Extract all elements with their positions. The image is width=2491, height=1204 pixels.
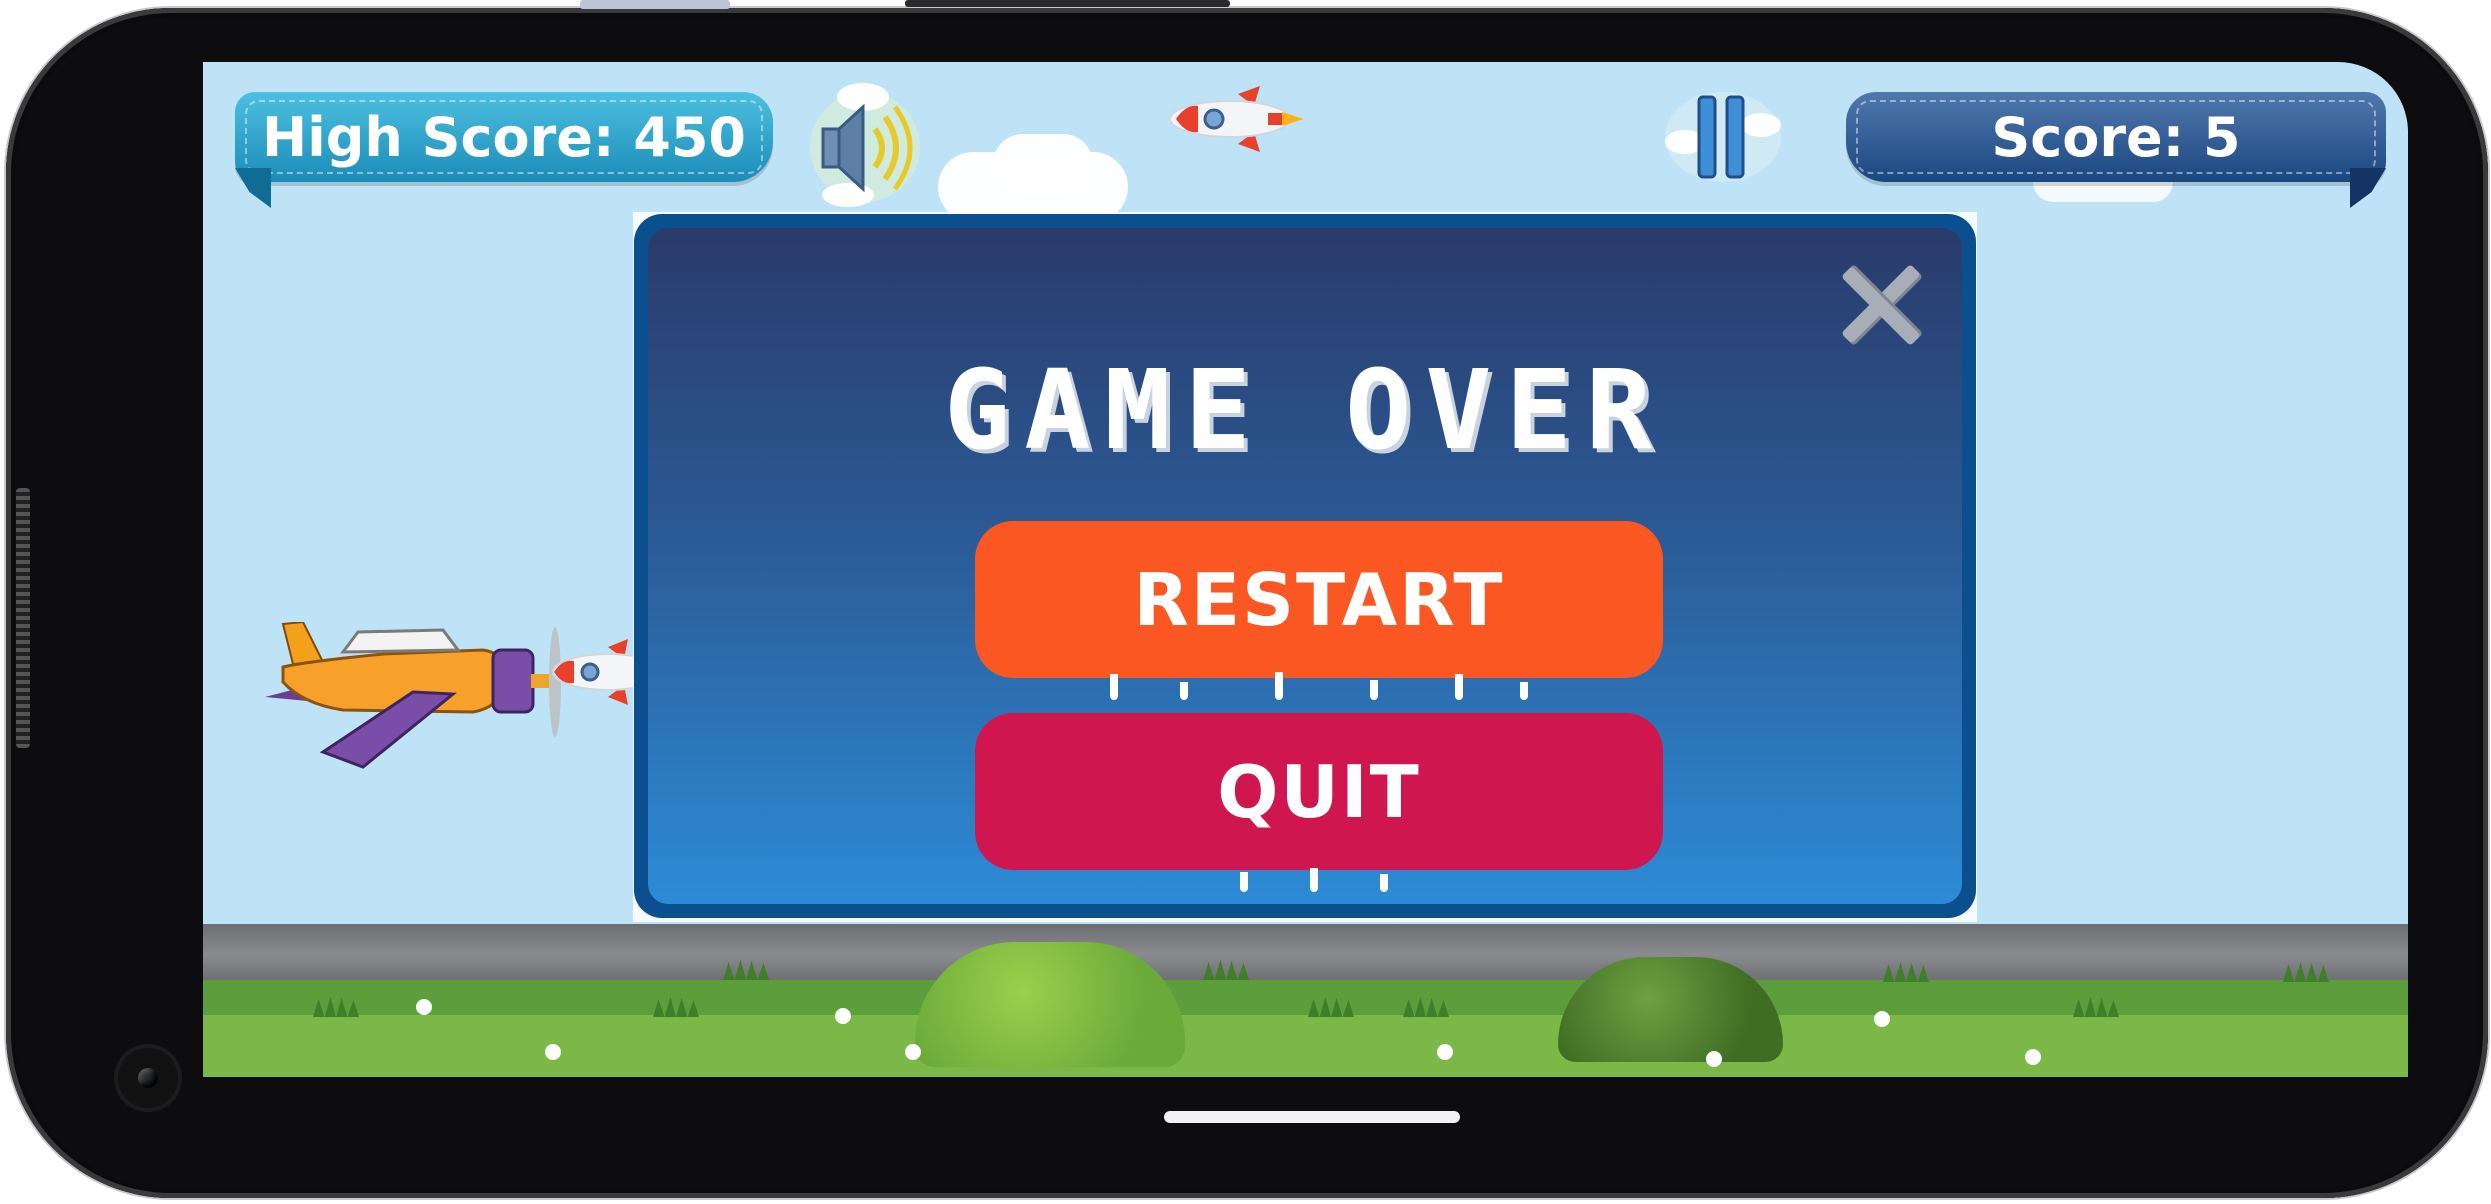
score-banner: Score: 5 <box>1846 92 2386 208</box>
quit-label: QUIT <box>1217 749 1421 834</box>
flower <box>1877 1014 1887 1024</box>
paint-drip <box>1275 672 1283 700</box>
paint-drip <box>1180 682 1188 700</box>
restart-button[interactable]: RESTART <box>975 521 1663 700</box>
flower <box>838 1011 848 1021</box>
flower <box>1709 1054 1719 1064</box>
flower <box>1440 1047 1450 1057</box>
flower <box>908 1047 918 1057</box>
phone-top-button <box>580 0 730 9</box>
paint-drip <box>1240 872 1248 892</box>
high-score-banner: High Score: 450 <box>235 92 773 208</box>
game-screen[interactable]: High Score: 450 Score: 5 GAME OVER RESTA… <box>203 62 2408 1077</box>
flower <box>2028 1052 2038 1062</box>
speaker-on-icon[interactable] <box>803 77 933 207</box>
restart-label: RESTART <box>1133 557 1505 642</box>
paint-drip <box>1455 674 1463 700</box>
close-x-icon[interactable] <box>1836 258 1926 348</box>
high-score-text: High Score: 450 <box>262 105 746 169</box>
banner-ribbon-tail <box>2350 168 2386 208</box>
road-strip <box>203 924 2408 980</box>
paint-drip <box>1520 682 1528 700</box>
home-indicator-bar[interactable] <box>1164 1111 1460 1123</box>
game-over-dialog: GAME OVER RESTART QUIT <box>634 214 1976 918</box>
banner-ribbon-tail <box>235 168 271 208</box>
phone-top-button-2 <box>905 0 1230 7</box>
bush <box>915 942 1185 1067</box>
pause-icon[interactable] <box>1663 87 1783 187</box>
quit-button[interactable]: QUIT <box>975 713 1663 892</box>
player-plane <box>263 620 563 782</box>
front-camera <box>118 1048 178 1108</box>
score-text: Score: 5 <box>1991 105 2241 169</box>
flower <box>548 1047 558 1057</box>
rocket-icon <box>1168 84 1308 154</box>
paint-drip <box>1110 674 1118 700</box>
cloud <box>993 134 1093 194</box>
paint-drip <box>1370 680 1378 700</box>
flower <box>419 1002 429 1012</box>
phone-side-button <box>16 488 30 748</box>
paint-drip <box>1380 874 1388 892</box>
paint-drip <box>1310 868 1318 892</box>
dialog-panel: GAME OVER RESTART QUIT <box>648 228 1962 904</box>
grass-front <box>203 1015 2408 1077</box>
game-over-title: GAME OVER <box>943 346 1667 474</box>
